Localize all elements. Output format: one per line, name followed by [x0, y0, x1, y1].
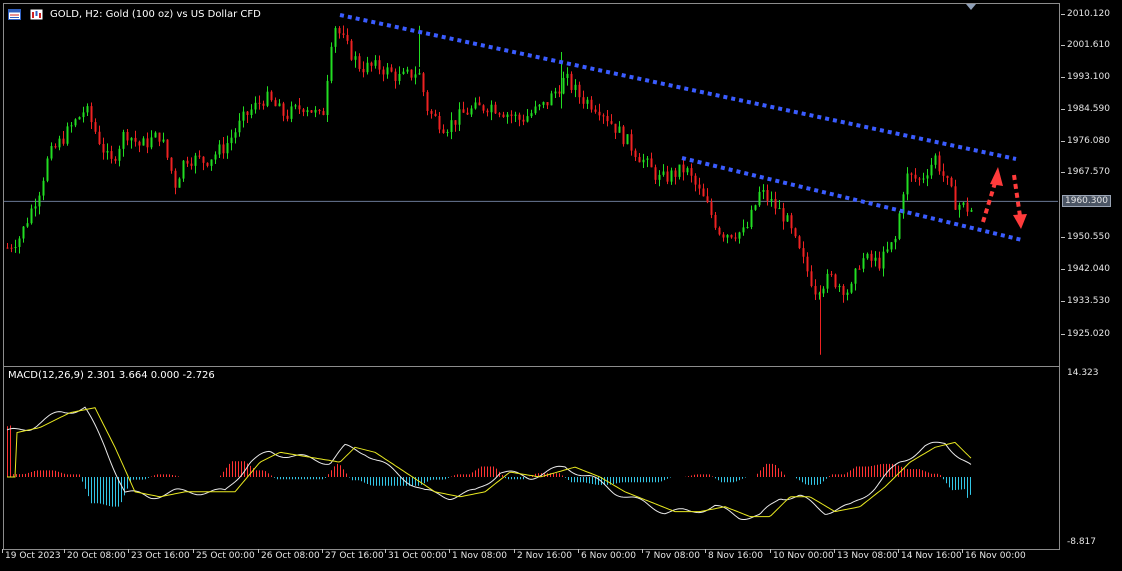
date-label: 26 Oct 08:00 — [261, 551, 320, 561]
price-tick — [1061, 45, 1065, 46]
date-label: 2 Nov 16:00 — [517, 551, 572, 561]
date-label: 23 Oct 16:00 — [131, 551, 190, 561]
date-tick — [449, 549, 450, 553]
date-tick — [2, 549, 3, 553]
price-tick — [1061, 109, 1065, 110]
date-axis[interactable]: 19 Oct 2023 20 Oct 08:00 23 Oct 16:00 25 Oc… — [0, 549, 1122, 571]
date-tick — [514, 549, 515, 553]
date-label: 13 Nov 08:00 — [837, 551, 898, 561]
price-axis[interactable]: 2010.120 2001.610 1993.100 1984.590 1976.080… — [1061, 0, 1122, 366]
date-tick — [962, 549, 963, 553]
date-tick — [578, 549, 579, 553]
date-label: 19 Oct 2023 — [5, 551, 61, 561]
price-label: 2010.120 — [1067, 9, 1110, 19]
price-tick — [1061, 141, 1065, 142]
date-tick — [898, 549, 899, 553]
date-label: 20 Oct 08:00 — [67, 551, 126, 561]
price-tick — [1061, 14, 1065, 15]
macd-axis-bottom: -8.817 — [1067, 537, 1097, 547]
price-tick — [1061, 237, 1065, 238]
price-tick — [1061, 172, 1065, 173]
price-label: 1967.570 — [1067, 167, 1110, 177]
date-label: 7 Nov 08:00 — [645, 551, 700, 561]
date-label: 8 Nov 16:00 — [708, 551, 763, 561]
price-label: 2001.610 — [1067, 40, 1110, 50]
date-tick — [834, 549, 835, 553]
price-tick — [1061, 301, 1065, 302]
date-tick — [705, 549, 706, 553]
price-label: 1950.550 — [1067, 232, 1110, 242]
date-label: 16 Nov 00:00 — [965, 551, 1026, 561]
date-label: 1 Nov 08:00 — [452, 551, 507, 561]
macd-chart[interactable] — [0, 0, 1058, 550]
price-tick — [1061, 269, 1065, 270]
date-label: 25 Oct 00:00 — [196, 551, 255, 561]
date-tick — [193, 549, 194, 553]
price-label: 1933.530 — [1067, 296, 1110, 306]
date-label: 27 Oct 16:00 — [325, 551, 384, 561]
macd-axis-top: 14.323 — [1067, 368, 1099, 378]
date-tick — [770, 549, 771, 553]
price-label: 1984.590 — [1067, 104, 1110, 114]
date-label: 31 Oct 00:00 — [388, 551, 447, 561]
signal-line — [7, 407, 972, 518]
date-label: 10 Nov 00:00 — [773, 551, 834, 561]
price-tick — [1061, 77, 1065, 78]
current-price-label: 1960.300 — [1062, 195, 1111, 207]
chart-window[interactable]: GOLD, H2: Gold (100 oz) vs US Dollar CFD… — [0, 0, 1122, 571]
price-label: 1976.080 — [1067, 136, 1110, 146]
date-tick — [385, 549, 386, 553]
date-tick — [322, 549, 323, 553]
price-label: 1925.020 — [1067, 329, 1110, 339]
price-label: 1993.100 — [1067, 72, 1110, 82]
date-tick — [64, 549, 65, 553]
date-tick — [642, 549, 643, 553]
price-tick — [1061, 334, 1065, 335]
date-tick — [128, 549, 129, 553]
price-label: 1942.040 — [1067, 264, 1110, 274]
date-label: 6 Nov 00:00 — [581, 551, 636, 561]
macd-line — [6, 406, 972, 520]
macd-axis[interactable]: 14.323 -8.817 — [1061, 366, 1122, 549]
date-tick — [258, 549, 259, 553]
date-label: 14 Nov 16:00 — [901, 551, 962, 561]
